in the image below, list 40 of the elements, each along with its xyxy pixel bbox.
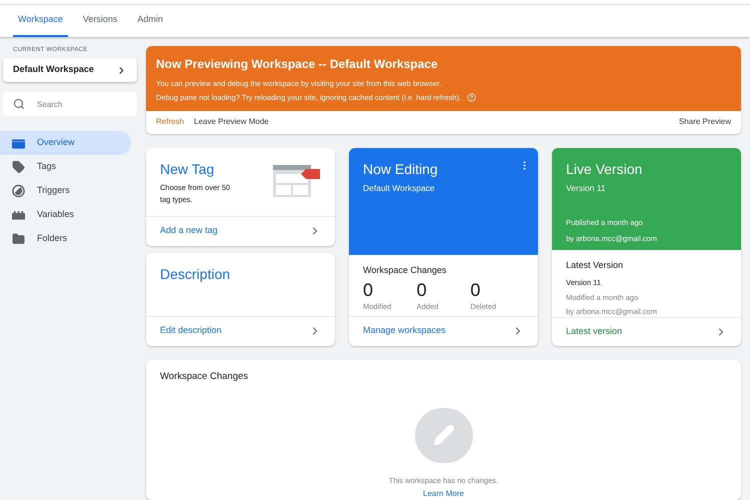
search-field[interactable]: Search (3, 92, 137, 116)
card-footer-link[interactable]: Manage workspaces (349, 316, 538, 346)
help-icon[interactable] (467, 93, 476, 102)
learn-more-link[interactable]: Learn More (423, 488, 464, 500)
section-title: Workspace Changes (363, 264, 448, 277)
banner-action[interactable]: Refresh (156, 116, 184, 128)
card-title: Live Version (566, 160, 644, 178)
nav-tab[interactable]: Versions (78, 5, 122, 37)
nav-tab[interactable]: Workspace (13, 5, 68, 37)
search-icon (13, 98, 25, 110)
trigger-icon (12, 184, 25, 198)
banner-action[interactable]: Leave Preview Mode (194, 116, 269, 128)
folder-icon (12, 232, 25, 246)
stat-value: 0 (363, 279, 374, 301)
briefcase-icon (12, 138, 25, 148)
sidebar-item[interactable]: Folders (0, 227, 131, 251)
section-title: Latest Version (566, 258, 624, 272)
sidebar-item[interactable]: Triggers (0, 179, 131, 203)
stat-value: 0 (470, 279, 482, 301)
workspace-selector[interactable]: Default Workspace (3, 58, 137, 82)
banner-title: Now Previewing Workspace -- Default Workspace (156, 56, 439, 73)
sidebar-item[interactable]: Tags (0, 155, 131, 179)
card-title: Description (159, 264, 232, 284)
blocks-icon (12, 210, 25, 220)
card-title: Now Editing (363, 160, 439, 179)
tag-icon (12, 160, 25, 174)
card-footer-link[interactable]: Latest version (552, 317, 741, 346)
card-footer-link[interactable]: Add a new tag (146, 216, 335, 246)
stat-value: 0 (416, 279, 428, 301)
sidebar-item[interactable]: Overview (0, 131, 131, 155)
sidebar-item[interactable]: Variables (0, 203, 131, 227)
card-title: New Tag (160, 160, 216, 179)
share-preview-button[interactable]: Share Preview (678, 116, 731, 128)
card-subtitle: Version 11 (566, 182, 607, 194)
card-footer-link[interactable]: Edit description (146, 316, 335, 346)
card-title: Workspace Changes (159, 370, 250, 384)
card-subtitle: Default Workspace (363, 182, 436, 194)
nav-tab[interactable]: Admin (132, 5, 168, 37)
tag-illustration-drawing (271, 162, 321, 196)
pencil-icon (432, 424, 454, 446)
